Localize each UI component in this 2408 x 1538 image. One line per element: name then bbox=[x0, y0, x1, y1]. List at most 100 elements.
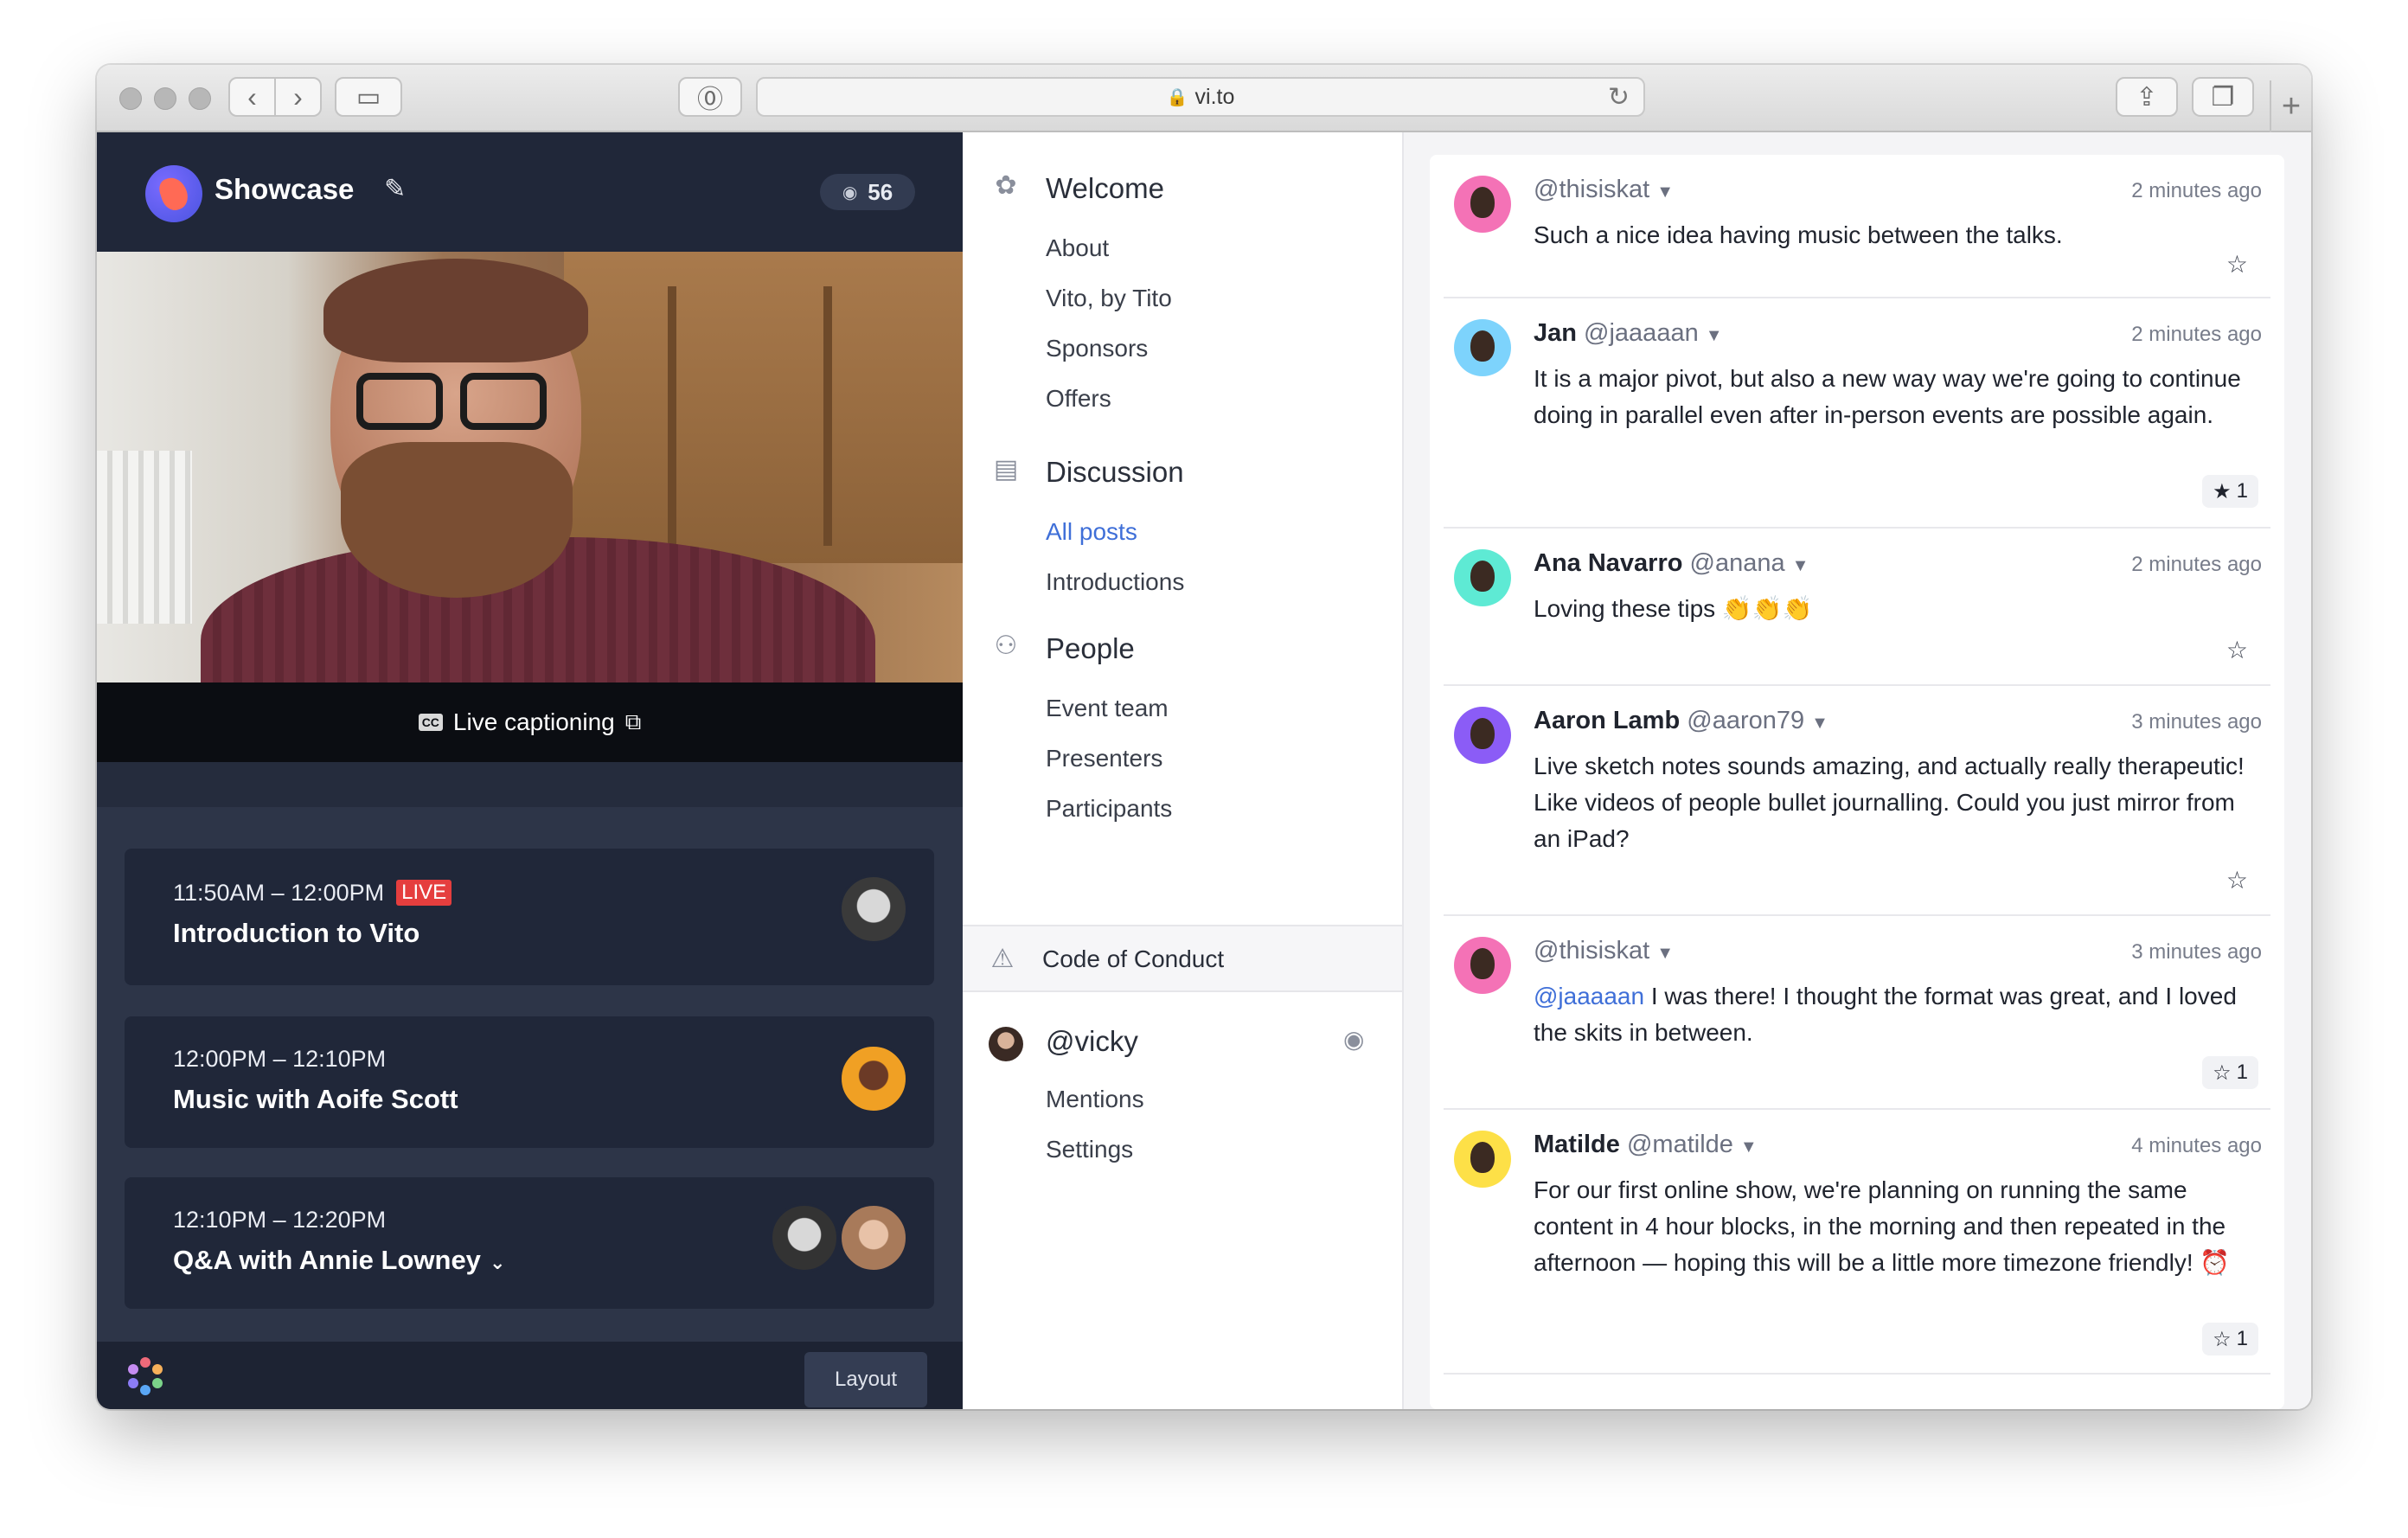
post-body: It is a major pivot, but also a new way … bbox=[1534, 365, 2241, 428]
avatar[interactable] bbox=[1454, 1131, 1511, 1188]
session-title: Music with Aoife Scott bbox=[173, 1084, 458, 1114]
nav-item-offers[interactable]: Offers bbox=[1046, 385, 1111, 413]
external-link-icon: ⧉ bbox=[624, 708, 642, 734]
stage-header: Showcase ✎ ◉ 56 bbox=[97, 132, 963, 252]
caret-down-icon[interactable]: ▼ bbox=[1656, 944, 1674, 963]
event-logo[interactable] bbox=[145, 165, 202, 222]
edit-icon[interactable]: ✎ bbox=[384, 172, 419, 207]
new-tab-button[interactable]: + bbox=[2270, 80, 2311, 132]
caption-label: Live captioning bbox=[452, 708, 615, 735]
presenter-avatar bbox=[770, 1203, 839, 1272]
nav-section-welcome[interactable]: Welcome bbox=[1046, 172, 1164, 205]
post-body: Live sketch notes sounds amazing, and ac… bbox=[1534, 753, 2245, 852]
closed-caption-icon: CC bbox=[418, 714, 443, 731]
nav-item-mentions[interactable]: Mentions bbox=[1046, 1086, 1144, 1113]
avatar[interactable] bbox=[1454, 549, 1511, 606]
zoom-window-button[interactable] bbox=[189, 87, 211, 110]
caret-down-icon[interactable]: ▼ bbox=[1656, 183, 1674, 202]
discussion-feed-panel: @thisiskat ▼ 2 minutes ago Such a nice id… bbox=[1404, 132, 2311, 1409]
star-icon: ☆ bbox=[2213, 1327, 2232, 1351]
nav-code-of-conduct[interactable]: ⚠ Code of Conduct bbox=[963, 925, 1402, 992]
nav-item-sponsors[interactable]: Sponsors bbox=[1046, 335, 1148, 362]
presenter-avatar bbox=[839, 1044, 908, 1113]
avatar[interactable] bbox=[1454, 707, 1511, 764]
star-icon[interactable]: ☆ bbox=[2226, 250, 2248, 279]
forward-icon[interactable]: › bbox=[276, 80, 320, 114]
nav-item-about[interactable]: About bbox=[1046, 234, 1109, 262]
post-author[interactable]: @thisiskat ▼ bbox=[1534, 937, 1674, 965]
share-button[interactable]: ⇪ bbox=[2116, 77, 2178, 117]
nav-item-vito-by-tito[interactable]: Vito, by Tito bbox=[1046, 285, 1172, 312]
nav-item-presenters[interactable]: Presenters bbox=[1046, 745, 1162, 772]
session-title[interactable]: Q&A with Annie Lowney ⌄ bbox=[173, 1245, 505, 1276]
star-count-button[interactable]: ☆ 1 bbox=[2202, 1056, 2258, 1089]
password-icon: ⓪ bbox=[697, 86, 723, 114]
caret-down-icon[interactable]: ▼ bbox=[1740, 1137, 1758, 1157]
caret-down-icon[interactable]: ▼ bbox=[1792, 556, 1809, 575]
post-body: Loving these tips 👏👏👏 bbox=[1534, 595, 1813, 622]
avatar[interactable] bbox=[1454, 319, 1511, 376]
browser-window: ‹ › ▭ ⓪ 🔒 vi.to ↻ ⇪ ❐ + Showcase ✎ ◉ 56 bbox=[97, 65, 2311, 1409]
post-body: For our first online show, we're plannin… bbox=[1534, 1176, 2231, 1276]
browser-titlebar: ‹ › ▭ ⓪ 🔒 vi.to ↻ ⇪ ❐ + bbox=[97, 65, 2311, 132]
nav-item-participants[interactable]: Participants bbox=[1046, 795, 1172, 823]
stage-footer: Layout bbox=[97, 1342, 963, 1409]
share-icon: ⇪ bbox=[2136, 82, 2158, 112]
viewer-count: 56 bbox=[868, 178, 893, 205]
reload-icon[interactable]: ↻ bbox=[1608, 82, 1630, 112]
tabs-icon: ❐ bbox=[2211, 82, 2235, 112]
nav-item-event-team[interactable]: Event team bbox=[1046, 695, 1169, 722]
stage-panel: Showcase ✎ ◉ 56 CC Live captioning ⧉ 11:… bbox=[97, 132, 963, 1409]
nav-item-settings[interactable]: Settings bbox=[1046, 1136, 1133, 1163]
eye-icon[interactable]: ◉ bbox=[1343, 1025, 1364, 1054]
live-captioning-link[interactable]: CC Live captioning ⧉ bbox=[97, 682, 963, 762]
post-item: Aaron Lamb @aaron79 ▼ 3 minutes ago Live … bbox=[1430, 686, 2284, 916]
presenter-avatar bbox=[839, 1203, 908, 1272]
avatar[interactable] bbox=[1454, 176, 1511, 233]
vito-logo-icon[interactable] bbox=[126, 1357, 164, 1395]
post-author[interactable]: Matilde @matilde ▼ bbox=[1534, 1131, 1758, 1159]
post-item: Ana Navarro @anana ▼ 2 minutes ago Loving… bbox=[1430, 529, 2284, 686]
caret-down-icon[interactable]: ▼ bbox=[1706, 326, 1723, 345]
nav-user-handle[interactable]: @vicky bbox=[1046, 1025, 1138, 1058]
session-card[interactable]: 11:50AM – 12:00PM LIVE Introduction to Vi… bbox=[125, 849, 934, 985]
mention-link[interactable]: @jaaaaan bbox=[1534, 983, 1644, 1009]
post-author[interactable]: Ana Navarro @anana ▼ bbox=[1534, 549, 1809, 578]
post-item: @thisiskat ▼ 3 minutes ago @jaaaaan I was… bbox=[1430, 916, 2284, 1110]
star-count-button[interactable]: ★ 1 bbox=[2202, 475, 2258, 508]
post-author[interactable]: Aaron Lamb @aaron79 ▼ bbox=[1534, 707, 1828, 735]
nav-section-people[interactable]: People bbox=[1046, 632, 1135, 665]
welcome-icon: ✿ bbox=[995, 171, 1017, 200]
layout-button[interactable]: Layout bbox=[804, 1352, 927, 1407]
post-author[interactable]: @thisiskat ▼ bbox=[1534, 176, 1674, 204]
live-video[interactable] bbox=[97, 252, 963, 682]
tab-overview-button[interactable]: ❐ bbox=[2192, 77, 2254, 117]
chat-icon: ▤ bbox=[993, 455, 1019, 484]
sidebar-toggle-button[interactable]: ▭ bbox=[335, 77, 402, 117]
nav-item-introductions[interactable]: Introductions bbox=[1046, 568, 1184, 596]
session-card[interactable]: 12:10PM – 12:20PM Q&A with Annie Lowney ⌄ bbox=[125, 1177, 934, 1309]
user-avatar[interactable] bbox=[989, 1027, 1023, 1061]
minimize-window-button[interactable] bbox=[154, 87, 176, 110]
back-icon[interactable]: ‹ bbox=[230, 80, 274, 114]
viewer-count-badge: ◉ 56 bbox=[820, 174, 915, 210]
nav-item-all-posts[interactable]: All posts bbox=[1046, 518, 1137, 546]
avatar[interactable] bbox=[1454, 937, 1511, 994]
post-time: 3 minutes ago bbox=[2131, 940, 2262, 964]
post-author[interactable]: Jan @jaaaaan ▼ bbox=[1534, 319, 1723, 348]
star-count-button[interactable]: ☆ 1 bbox=[2202, 1323, 2258, 1355]
plus-icon: + bbox=[2281, 87, 2302, 125]
chevron-down-icon: ⌄ bbox=[489, 1252, 506, 1273]
session-time: 11:50AM – 12:00PM LIVE bbox=[173, 880, 452, 907]
space-navigation: ✿ Welcome About Vito, by Tito Sponsors O… bbox=[963, 132, 1404, 1409]
live-badge: LIVE bbox=[396, 880, 452, 906]
close-window-button[interactable] bbox=[119, 87, 142, 110]
password-manager-button[interactable]: ⓪ bbox=[678, 77, 742, 117]
session-card[interactable]: 12:00PM – 12:10PM Music with Aoife Scott bbox=[125, 1016, 934, 1148]
star-icon[interactable]: ☆ bbox=[2226, 866, 2248, 894]
caret-down-icon[interactable]: ▼ bbox=[1811, 714, 1828, 733]
nav-section-discussion[interactable]: Discussion bbox=[1046, 456, 1184, 489]
star-icon[interactable]: ☆ bbox=[2226, 636, 2248, 664]
address-bar[interactable]: 🔒 vi.to ↻ bbox=[756, 77, 1645, 117]
star-icon: ☆ bbox=[2213, 1061, 2232, 1085]
